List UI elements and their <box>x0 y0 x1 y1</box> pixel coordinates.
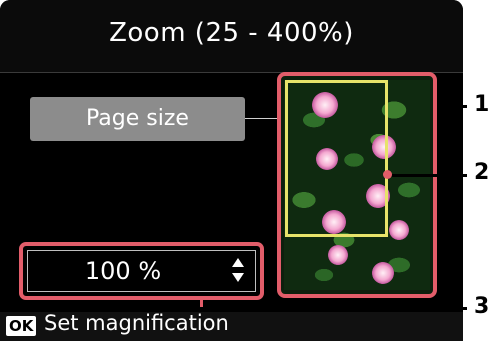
ok-button-badge: OK <box>6 316 37 336</box>
page-size-button[interactable]: Page size <box>30 97 245 141</box>
flower-decoration <box>328 245 348 265</box>
screen-title: Zoom (25 - 400%) <box>109 18 354 48</box>
callout-3-line <box>200 307 467 310</box>
callout-3-label: 3 <box>474 294 490 319</box>
magnification-stepper[interactable]: 100 % <box>27 250 256 292</box>
zoom-area-marker <box>383 170 392 179</box>
callout-2-label: 2 <box>474 160 490 185</box>
printer-lcd-screen: Zoom (25 - 400%) Page size 100 % OK Set … <box>0 0 463 341</box>
flower-decoration <box>389 220 409 240</box>
footer-instruction: Set magnification <box>44 311 229 335</box>
page-size-connector-line <box>245 118 280 119</box>
callout-1-label: 1 <box>474 92 490 117</box>
flower-decoration <box>372 262 394 284</box>
zoom-area-rectangle <box>285 80 388 237</box>
magnification-value: 100 % <box>84 257 162 285</box>
callout-1-line <box>437 105 467 108</box>
callout-2-line <box>392 174 467 177</box>
arrow-up-icon[interactable] <box>232 258 244 267</box>
arrow-down-icon[interactable] <box>232 273 244 282</box>
title-bar: Zoom (25 - 400%) <box>0 0 463 73</box>
magnification-highlight: 100 % <box>19 242 264 300</box>
up-down-arrows-icon[interactable] <box>232 258 246 286</box>
